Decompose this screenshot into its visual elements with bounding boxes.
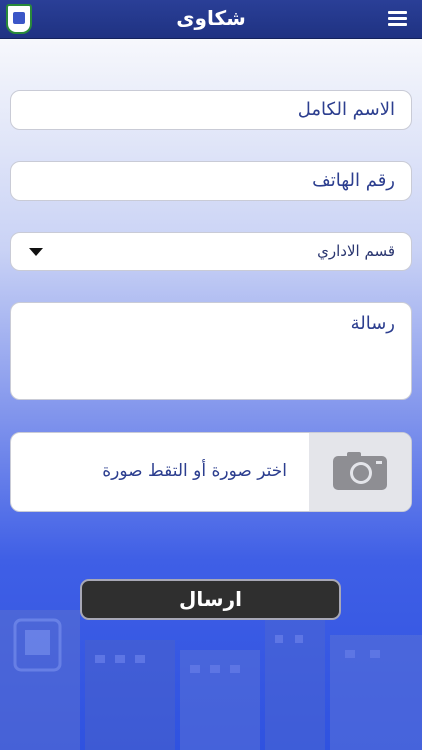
top-bar: شكاوى xyxy=(0,0,422,39)
camera-icon xyxy=(333,452,387,490)
phone-field[interactable]: رقم الهاتف xyxy=(10,161,412,201)
camera-button[interactable] xyxy=(309,433,411,511)
department-select[interactable]: قسم الاداري xyxy=(10,232,412,271)
full-name-field[interactable]: الاسم الكامل xyxy=(10,90,412,130)
dropdown-caret-icon xyxy=(29,248,43,256)
full-name-placeholder: الاسم الكامل xyxy=(297,99,395,120)
page-title: شكاوى xyxy=(176,6,246,30)
hamburger-menu-icon[interactable] xyxy=(388,11,407,27)
department-selected-value: قسم الاداري xyxy=(317,242,395,260)
message-placeholder: رسالة xyxy=(350,313,395,334)
photo-picker[interactable]: اختر صورة أو التقط صورة xyxy=(10,432,412,512)
phone-placeholder: رقم الهاتف xyxy=(312,170,395,191)
photo-label: اختر صورة أو التقط صورة xyxy=(102,461,287,481)
send-button[interactable]: ارسال xyxy=(80,579,341,620)
message-field[interactable]: رسالة xyxy=(10,302,412,400)
